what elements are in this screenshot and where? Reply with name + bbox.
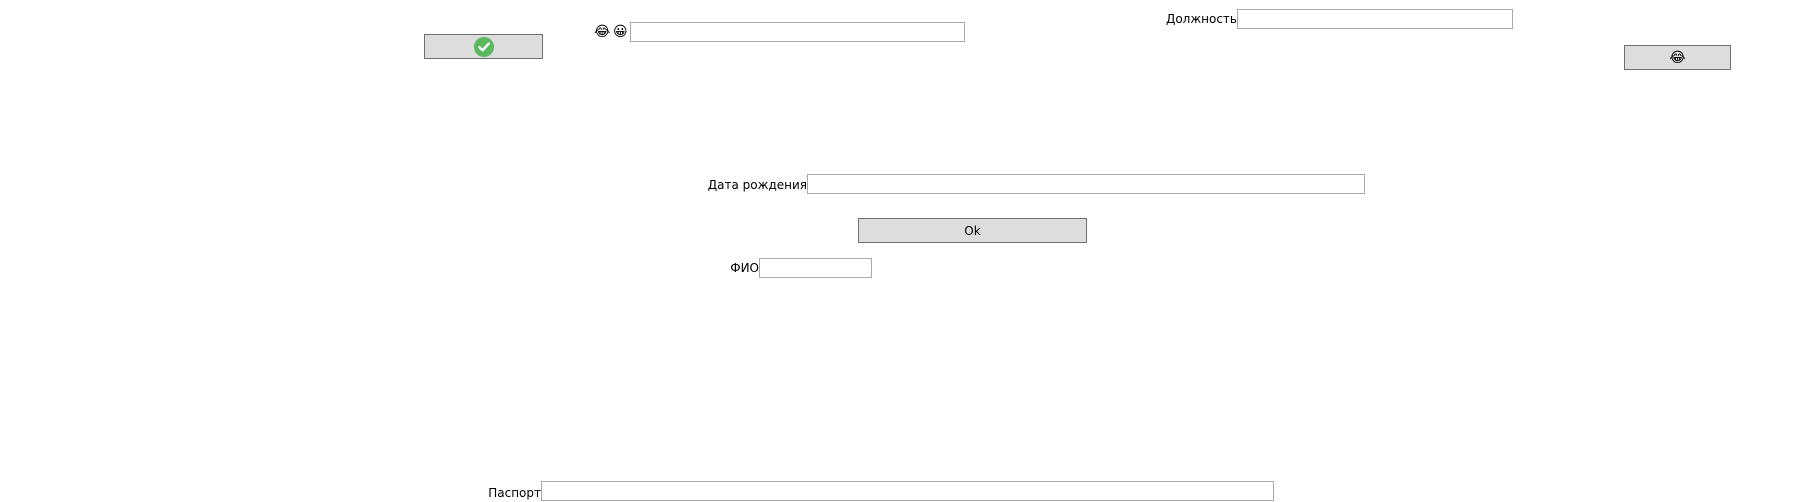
- grinning-emoji-label: 😀: [613, 24, 628, 40]
- ok-button-label: Ok: [964, 223, 981, 238]
- laughing-emoji-label: 😂: [594, 24, 611, 40]
- ok-button[interactable]: Ok: [858, 218, 1087, 243]
- emoji-text-field[interactable]: [630, 22, 965, 42]
- position-label: Должность: [1165, 12, 1237, 26]
- passport-label: Паспорт: [488, 486, 541, 500]
- confirm-check-button[interactable]: [424, 34, 543, 59]
- check-circle-icon: [473, 36, 494, 57]
- fullname-label: ФИО: [730, 261, 759, 275]
- fullname-field[interactable]: [759, 258, 872, 278]
- birthdate-field[interactable]: [807, 174, 1365, 194]
- birthdate-label: Дата рождения: [707, 178, 807, 192]
- smile-icon: 😂: [1669, 49, 1686, 66]
- passport-field[interactable]: [541, 481, 1274, 501]
- position-field[interactable]: [1237, 9, 1513, 29]
- smile-button[interactable]: 😂: [1624, 45, 1731, 70]
